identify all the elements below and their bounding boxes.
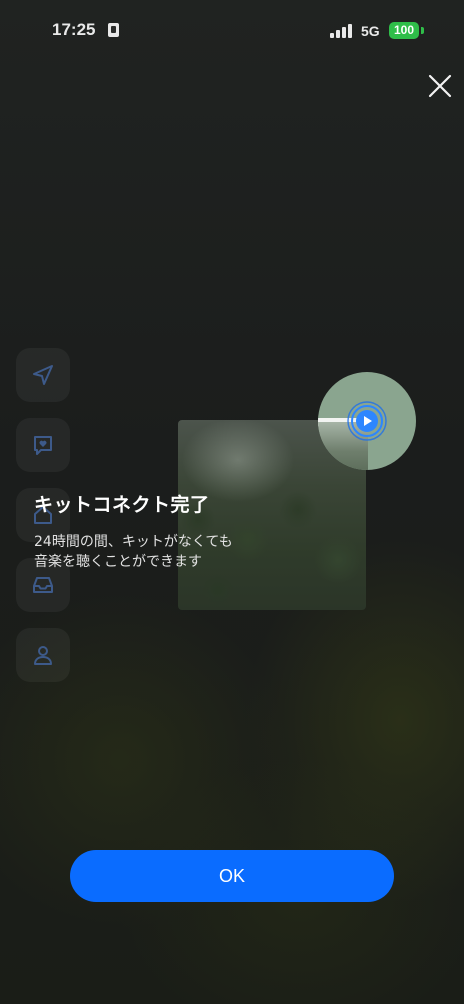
dialog-title: キットコネクト完了 <box>34 494 210 516</box>
signal-icon <box>330 24 354 38</box>
battery-icon: 100 <box>389 22 419 39</box>
sidebar-item-chat[interactable] <box>16 418 70 472</box>
chat-heart-icon <box>34 436 52 455</box>
sidebar-item-profile[interactable] <box>16 628 70 682</box>
close-icon <box>428 74 452 98</box>
play-icon <box>347 401 387 441</box>
inbox-icon <box>33 577 53 593</box>
status-time: 17:25 <box>52 20 96 39</box>
ok-button[interactable]: OK <box>70 850 394 902</box>
send-icon <box>33 365 53 385</box>
lock-icon <box>108 23 119 37</box>
music-disc <box>318 372 416 470</box>
dialog-description: 24時間の間、キットがなくても 音楽を聴くことができます <box>34 532 294 572</box>
dialog-description-line-2: 音楽を聴くことができます <box>34 554 202 570</box>
user-icon <box>34 646 52 665</box>
sidebar-item-send[interactable] <box>16 348 70 402</box>
battery-tip <box>421 27 424 34</box>
status-bar: 17:25 5G 100 <box>0 14 464 48</box>
close-button[interactable] <box>424 70 456 102</box>
network-type: 5G <box>361 23 380 39</box>
dialog-description-line-1: 24時間の間、キットがなくても <box>34 534 233 550</box>
